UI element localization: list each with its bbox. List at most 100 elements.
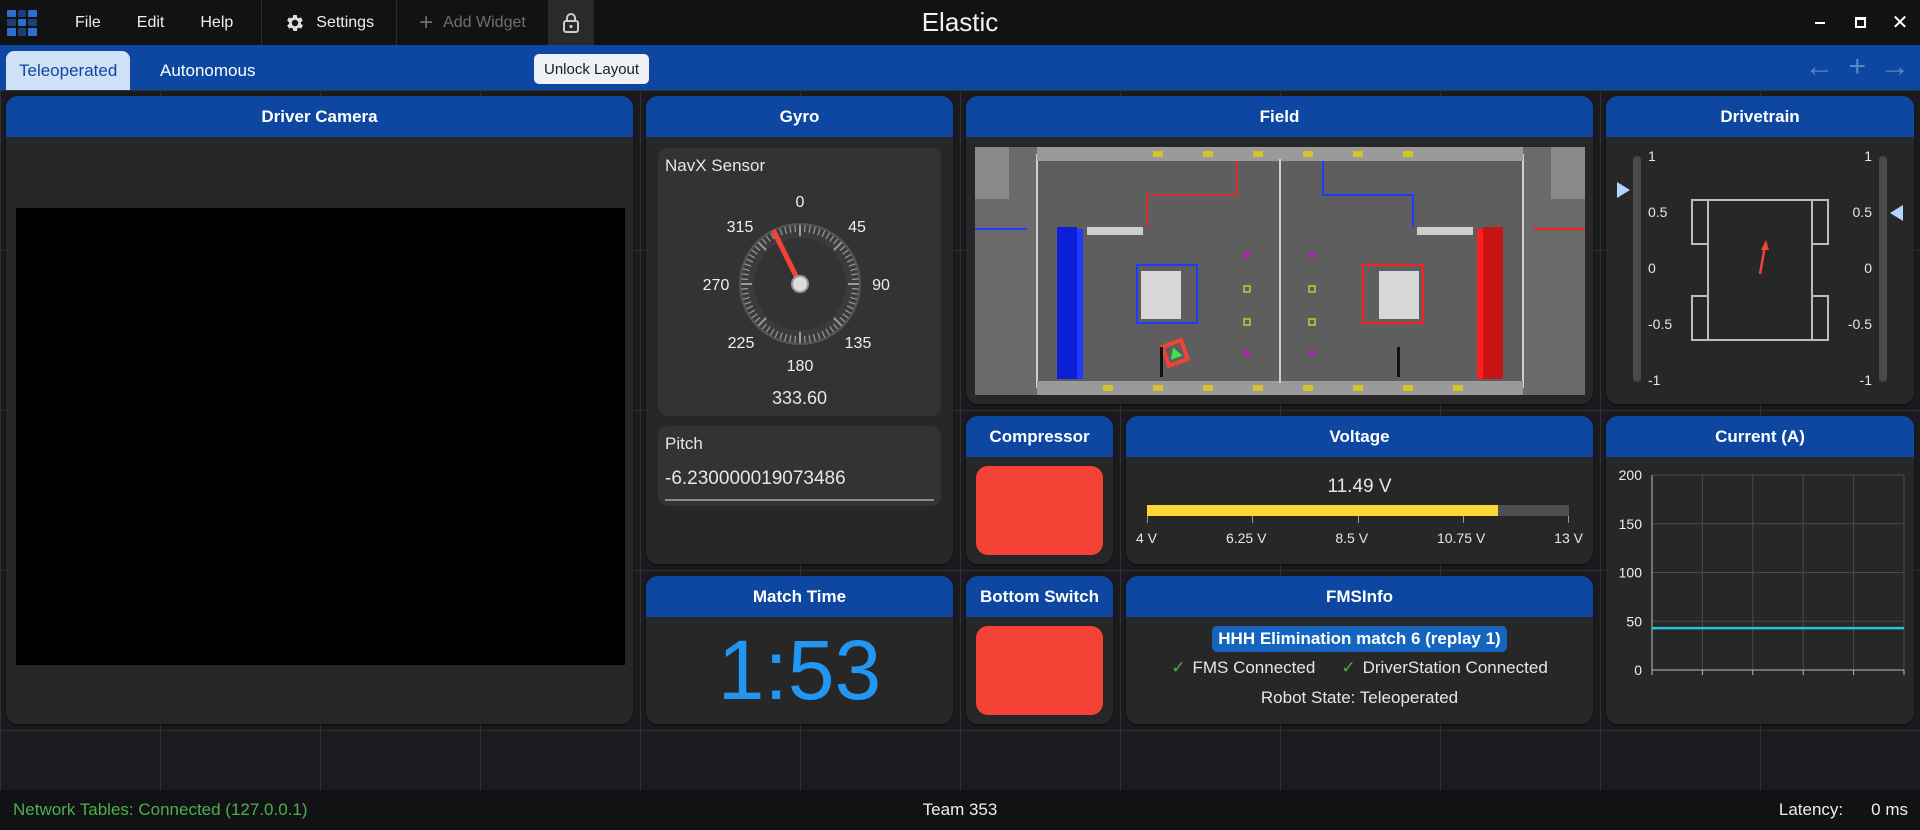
voltage-tick-labels: 4 V 6.25 V 8.5 V 10.75 V 13 V xyxy=(1136,530,1583,546)
dial-label-90: 90 xyxy=(872,277,890,294)
field-map xyxy=(975,147,1585,395)
tab-teleoperated[interactable]: Teleoperated xyxy=(6,51,131,90)
right-scale: 1 0.5 0 -0.5 -1 xyxy=(1848,148,1872,388)
gyro-widget[interactable]: Gyro NavX Sensor 0 45 90 135 180 225 270… xyxy=(646,96,953,564)
maximize-icon xyxy=(1854,17,1866,28)
voltage-tick xyxy=(1252,516,1254,523)
left-motor-marker xyxy=(1617,181,1630,198)
left-motor-track xyxy=(1633,156,1641,382)
lock-layout-button[interactable] xyxy=(548,0,593,45)
right-motor-track xyxy=(1879,156,1887,382)
current-widget[interactable]: Current (A) 200 150 100 50 0 xyxy=(1606,416,1914,724)
drivetrain-widget[interactable]: Drivetrain 1 0.5 0 -0.5 -1 1 0.5 0 -0.5 … xyxy=(1606,96,1914,404)
lock-icon xyxy=(562,12,579,33)
dial-label-135: 135 xyxy=(845,335,872,352)
bottom-switch-widget[interactable]: Bottom Switch xyxy=(966,576,1113,724)
left-scale-1: 1 xyxy=(1648,148,1656,164)
y-tick-label: 150 xyxy=(1619,516,1643,532)
fms-info-widget[interactable]: FMSInfo HHH Elimination match 6 (replay … xyxy=(1126,576,1593,724)
right-motor-marker xyxy=(1890,204,1903,221)
widget-title: Driver Camera xyxy=(6,96,633,137)
right-scale-1: 1 xyxy=(1864,148,1872,164)
fms-status-text: FMS Connected xyxy=(1192,658,1316,677)
title-bar: File Edit Help Settings + Add Widget Ela… xyxy=(0,0,1920,45)
add-widget-button[interactable]: + Add Widget xyxy=(397,0,548,45)
voltage-tick xyxy=(1462,516,1464,523)
voltage-tick xyxy=(1568,516,1569,523)
y-tick-label: 100 xyxy=(1619,565,1643,581)
voltage-tick-row xyxy=(1147,516,1569,524)
widget-title: Compressor xyxy=(966,416,1113,457)
maximize-button[interactable] xyxy=(1840,0,1880,45)
left-scale-05: 0.5 xyxy=(1648,204,1668,220)
voltage-label-max: 13 V xyxy=(1554,530,1583,546)
dial-tick xyxy=(741,287,749,290)
close-icon: ✕ xyxy=(1891,11,1909,34)
left-scale: 1 0.5 0 -0.5 -1 xyxy=(1648,148,1672,388)
match-info-badge: HHH Elimination match 6 (replay 1) xyxy=(1212,626,1507,652)
add-tab-icon[interactable]: + xyxy=(1848,52,1866,82)
widget-title: Field xyxy=(966,96,1593,137)
tab-navigation: ← + → xyxy=(1804,52,1910,82)
left-scale-neg05: -0.5 xyxy=(1648,316,1673,332)
pitch-value: -6.230000019073486 xyxy=(665,468,846,489)
menu-help[interactable]: Help xyxy=(182,0,251,45)
voltage-widget[interactable]: Voltage 11.49 V 4 V 6.25 V 8.5 V 10.75 V… xyxy=(1126,416,1593,564)
connection-status-row: ✓ FMS Connected ✓ DriverStation Connected xyxy=(1126,658,1593,678)
pitch-label: Pitch xyxy=(665,434,703,453)
toolbar-divider-3 xyxy=(592,0,594,45)
arrow-right-icon[interactable]: → xyxy=(1880,52,1910,82)
left-scale-0: 0 xyxy=(1648,260,1656,276)
fms-status: ✓ FMS Connected xyxy=(1171,658,1315,678)
voltage-label-min: 4 V xyxy=(1136,530,1158,546)
match-time-widget[interactable]: Match Time 1:53 xyxy=(646,576,953,724)
field-widget[interactable]: Field xyxy=(966,96,1593,404)
dial-tick xyxy=(851,287,859,290)
settings-button[interactable]: Settings xyxy=(262,0,396,45)
y-tick-label: 0 xyxy=(1634,662,1642,678)
check-icon: ✓ xyxy=(1341,658,1356,677)
dial-label-270: 270 xyxy=(703,277,730,294)
voltage-bar-fill xyxy=(1147,505,1499,516)
dial-tick xyxy=(794,335,797,343)
minimize-button[interactable] xyxy=(1800,0,1840,45)
close-button[interactable]: ✕ xyxy=(1880,0,1920,45)
minimize-icon xyxy=(1815,21,1825,24)
tab-autonomous[interactable]: Autonomous xyxy=(147,51,268,90)
network-tables-status: Network Tables: Connected (127.0.0.1) xyxy=(13,800,308,819)
driver-camera-widget[interactable]: Driver Camera xyxy=(6,96,633,724)
menu-edit[interactable]: Edit xyxy=(119,0,183,45)
compressor-indicator xyxy=(976,466,1103,555)
widget-title: Drivetrain xyxy=(1606,96,1914,137)
window-controls: ✕ xyxy=(1800,0,1920,45)
right-scale-neg1: -1 xyxy=(1859,372,1872,388)
pitch-card: Pitch -6.230000019073486 xyxy=(658,426,941,506)
gear-icon xyxy=(287,14,304,31)
plus-icon: + xyxy=(419,8,434,36)
navx-sensor-card: NavX Sensor 0 45 90 135 180 225 270 315 … xyxy=(658,148,941,416)
check-icon: ✓ xyxy=(1171,658,1186,677)
latency-label: Latency: xyxy=(1778,800,1844,819)
voltage-label-2: 6.25 V xyxy=(1225,530,1267,546)
tab-bar: Teleoperated Autonomous xyxy=(0,45,1920,90)
compressor-widget[interactable]: Compressor xyxy=(966,416,1113,564)
dial-tick xyxy=(851,278,859,281)
voltage-label-3: 8.5 V xyxy=(1335,530,1369,546)
right-scale-neg05: -0.5 xyxy=(1847,316,1872,332)
current-chart: 200 150 100 50 0 xyxy=(1619,467,1905,678)
voltage-tick xyxy=(1147,516,1148,523)
arrow-left-icon[interactable]: ← xyxy=(1804,52,1834,82)
robot-diagram xyxy=(1691,199,1829,341)
left-scale-neg1: -1 xyxy=(1648,372,1661,388)
needle-hub xyxy=(791,275,809,293)
dial-label-225: 225 xyxy=(728,335,755,352)
menu-file[interactable]: File xyxy=(57,0,119,45)
latency: Latency: 0 ms xyxy=(1779,800,1908,820)
widget-title: Current (A) xyxy=(1606,416,1914,457)
pitch-underline xyxy=(665,499,934,501)
right-scale-0: 0 xyxy=(1864,260,1872,276)
velocity-arrow xyxy=(1758,245,1767,275)
widget-title: Voltage xyxy=(1126,416,1593,457)
voltage-value: 11.49 V xyxy=(1327,476,1392,497)
status-bar: Network Tables: Connected (127.0.0.1) Te… xyxy=(0,790,1920,830)
